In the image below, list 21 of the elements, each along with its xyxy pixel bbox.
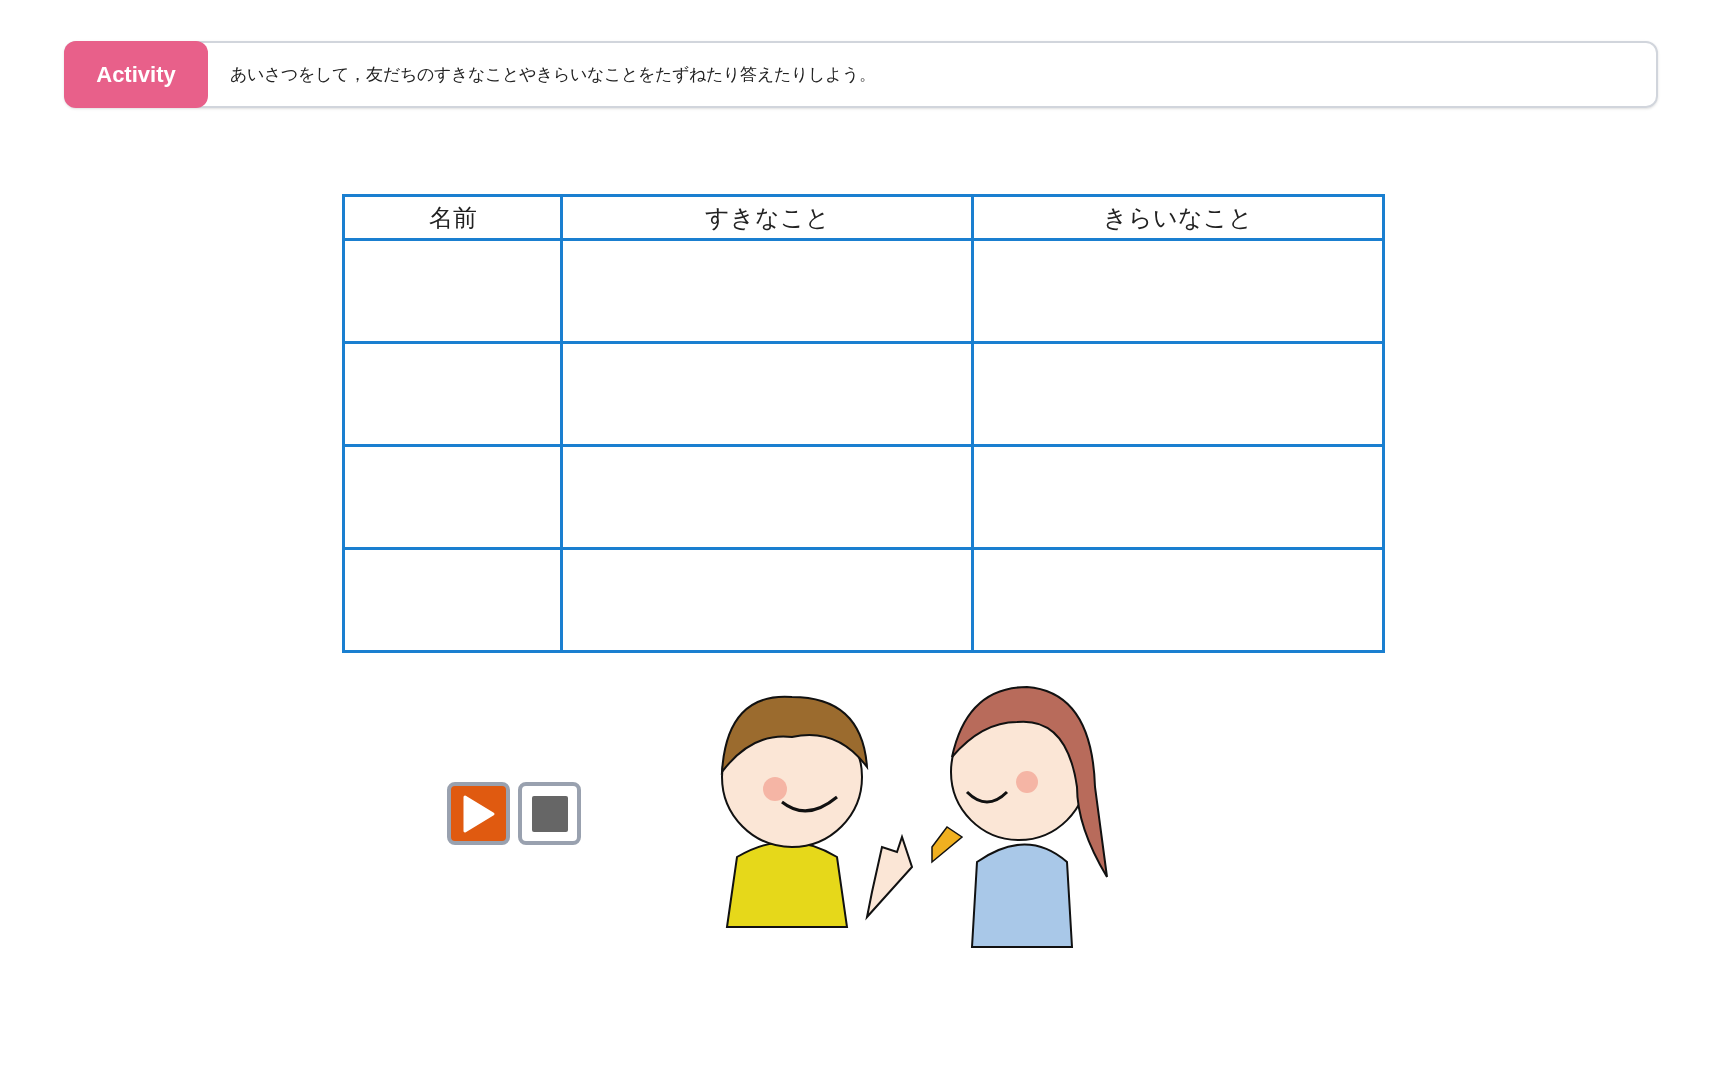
blank-cell[interactable] [561,239,973,343]
blank-cell[interactable] [972,445,1384,549]
play-icon [461,793,496,834]
stop-button[interactable] [518,782,581,845]
blank-cell[interactable] [561,342,973,446]
blank-cell[interactable] [343,548,562,652]
blank-cell[interactable] [972,548,1384,652]
play-button[interactable] [447,782,510,845]
blank-cell[interactable] [343,342,562,446]
instruction-text: あいさつをして，友だちのすきなことやきらいなことをたずねたり答えたりしよう。 [230,62,876,86]
column-header: 名前 [343,195,562,240]
stop-icon [531,795,568,832]
blank-cell[interactable] [343,239,562,343]
column-header: すきなこと [561,195,973,240]
blank-cell[interactable] [343,445,562,549]
column-header: きらいなこと [972,195,1384,240]
activity-badge: Activity [64,41,208,108]
blank-cell[interactable] [561,548,973,652]
blank-cell[interactable] [972,239,1384,343]
blank-cell[interactable] [561,445,973,549]
blank-cell[interactable] [972,342,1384,446]
